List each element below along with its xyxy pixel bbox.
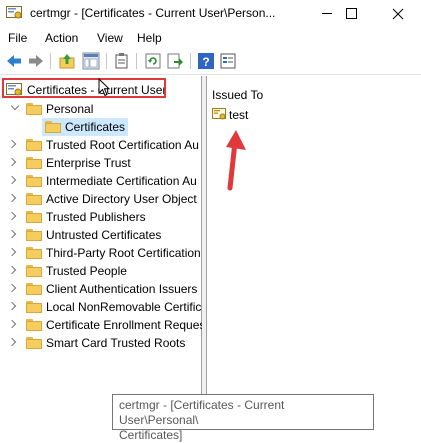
tree-item-enrollment-requests[interactable]: Certificate Enrollment Reques xyxy=(0,316,205,334)
chevron-right-icon[interactable] xyxy=(7,175,17,185)
help-icon[interactable]: ? xyxy=(197,52,215,70)
folder-icon xyxy=(45,121,61,133)
chevron-right-icon[interactable] xyxy=(7,211,17,221)
tree-item-label: Trusted Publishers xyxy=(46,210,146,224)
menu-file[interactable]: File xyxy=(8,31,27,45)
tooltip-line-2: Certificates] xyxy=(119,428,183,442)
tree-item-smart-card-roots[interactable]: Smart Card Trusted Roots xyxy=(0,334,201,352)
folder-icon xyxy=(26,337,42,349)
menu-action[interactable]: Action xyxy=(45,31,78,45)
tree-item-personal[interactable]: Personal xyxy=(0,100,201,118)
tree-item-personal-certificates[interactable]: Certificates xyxy=(0,118,201,136)
maximize-button[interactable] xyxy=(328,0,374,28)
window-title: certmgr - [Certificates - Current User\P… xyxy=(30,6,276,20)
tree-item-intermediate[interactable]: Intermediate Certification Au xyxy=(0,172,201,190)
folder-icon xyxy=(26,283,42,295)
maximize-icon xyxy=(346,8,357,19)
toolbar-separator xyxy=(106,53,107,69)
copy-icon[interactable] xyxy=(113,52,131,70)
tree-item-label: Enterprise Trust xyxy=(46,156,131,170)
tree-item-trusted-publishers[interactable]: Trusted Publishers xyxy=(0,208,201,226)
folder-icon xyxy=(26,229,42,241)
chevron-right-icon[interactable] xyxy=(7,301,17,311)
forward-arrow-icon[interactable] xyxy=(27,52,45,70)
close-button[interactable] xyxy=(375,0,421,28)
export-list-icon[interactable] xyxy=(166,52,184,70)
title-bar: certmgr - [Certificates - Current User\P… xyxy=(0,0,421,28)
folder-icon xyxy=(26,301,42,313)
chevron-right-icon[interactable] xyxy=(7,319,17,329)
tree-item-third-party-root[interactable]: Third-Party Root Certification xyxy=(0,244,201,262)
column-header-issued-to[interactable]: Issued To xyxy=(212,88,263,102)
toolbar-separator xyxy=(190,53,191,69)
svg-text:?: ? xyxy=(202,55,209,69)
tree-item-label: Certificates xyxy=(65,120,126,134)
menu-view[interactable]: View xyxy=(97,31,123,45)
menu-bar: File Action View Help xyxy=(0,28,421,48)
tree-item-label: Active Directory User Object xyxy=(46,192,197,206)
folder-icon xyxy=(26,157,42,169)
show-hide-tree-icon[interactable] xyxy=(82,52,100,70)
tree-item-label: Third-Party Root Certification xyxy=(46,246,201,260)
certmgr-icon xyxy=(6,6,22,19)
tree-item-untrusted[interactable]: Untrusted Certificates xyxy=(0,226,201,244)
tree-item-label: Trusted People xyxy=(46,264,127,278)
chevron-right-icon[interactable] xyxy=(7,157,17,167)
mouse-cursor-icon xyxy=(98,78,111,97)
tree-item-active-directory[interactable]: Active Directory User Object xyxy=(0,190,201,208)
chevron-right-icon[interactable] xyxy=(7,265,17,275)
tree-item-label: Local NonRemovable Certific xyxy=(46,300,202,314)
folder-icon xyxy=(26,247,42,259)
up-folder-icon[interactable] xyxy=(58,52,76,70)
chevron-right-icon[interactable] xyxy=(7,283,17,293)
chevron-right-icon[interactable] xyxy=(7,193,17,203)
chevron-right-icon[interactable] xyxy=(7,247,17,257)
chevron-down-icon[interactable] xyxy=(10,101,20,111)
menu-help[interactable]: Help xyxy=(137,31,162,45)
tree-item-label: Trusted Root Certification Au xyxy=(46,138,199,152)
folder-icon xyxy=(26,175,42,187)
folder-icon xyxy=(26,211,42,223)
tree-item-enterprise-trust[interactable]: Enterprise Trust xyxy=(0,154,201,172)
tree-item-label: Smart Card Trusted Roots xyxy=(46,336,186,350)
folder-icon xyxy=(26,103,42,115)
chevron-right-icon[interactable] xyxy=(7,139,17,149)
tree-item-label: Certificate Enrollment Reques xyxy=(46,318,206,332)
red-arrow-annotation xyxy=(226,130,246,191)
refresh-icon[interactable] xyxy=(144,52,162,70)
folder-icon xyxy=(26,193,42,205)
toolbar-separator xyxy=(136,53,137,69)
certificate-icon xyxy=(212,108,226,120)
tree-item-label: Personal xyxy=(46,102,94,116)
tree-item-client-auth-issuers[interactable]: Client Authentication Issuers xyxy=(0,280,201,298)
tree-item-trusted-root[interactable]: Trusted Root Certification Au xyxy=(0,136,201,154)
back-arrow-icon[interactable] xyxy=(5,52,23,70)
tree-item-label: Client Authentication Issuers xyxy=(46,282,198,296)
properties-icon[interactable] xyxy=(219,52,237,70)
root-highlight-box xyxy=(2,78,166,98)
toolbar-separator xyxy=(50,53,51,69)
chevron-right-icon[interactable] xyxy=(7,337,17,347)
tree-item-trusted-people[interactable]: Trusted People xyxy=(0,262,201,280)
tree-item-label: Untrusted Certificates xyxy=(46,228,162,242)
chevron-right-icon[interactable] xyxy=(7,229,17,239)
tooltip-line-1: certmgr - [Certificates - Current User\P… xyxy=(119,398,285,427)
close-icon xyxy=(392,8,404,20)
folder-icon xyxy=(26,265,42,277)
folder-icon xyxy=(26,139,42,151)
tree-item-label: Intermediate Certification Au xyxy=(46,174,197,188)
tree-item-local-nonremovable[interactable]: Local NonRemovable Certific xyxy=(0,298,201,316)
folder-icon xyxy=(26,319,42,331)
window-title-tooltip: certmgr - [Certificates - Current User\P… xyxy=(112,394,374,442)
toolbar: ? xyxy=(0,48,421,75)
